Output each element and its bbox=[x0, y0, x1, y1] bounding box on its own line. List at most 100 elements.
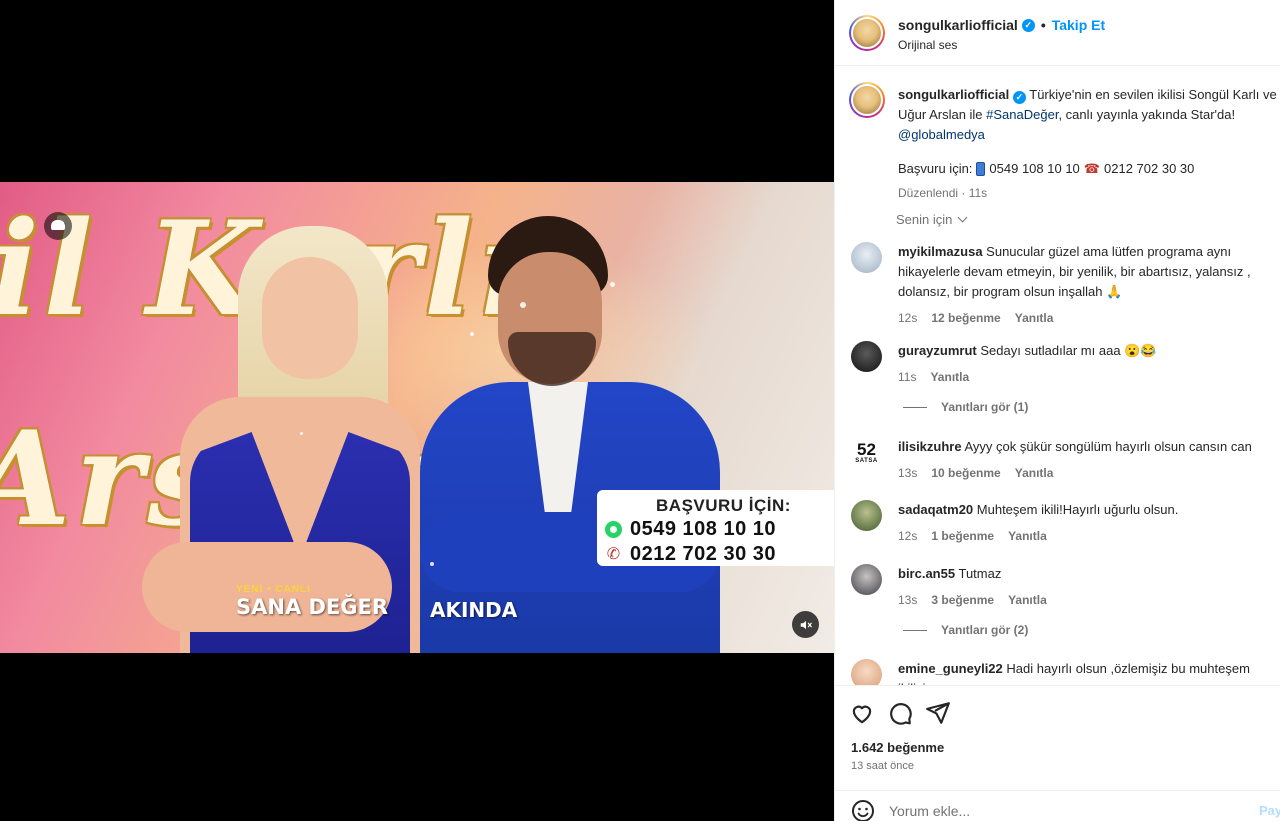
sort-label: Senin için bbox=[896, 212, 953, 227]
post-header: songulkarliofficial ✓ • Takip Et Orijina… bbox=[835, 0, 1280, 66]
author-username[interactable]: songulkarliofficial bbox=[898, 17, 1018, 33]
view-replies-button[interactable]: Yanıtları gör (1) bbox=[903, 400, 1028, 414]
caption-apply-line: Başvuru için: 0549 108 10 10 ☎ 0212 702 … bbox=[898, 159, 1280, 179]
apply-row-phone: ✆ 0212 702 30 30 bbox=[605, 543, 824, 566]
comment-likes[interactable]: 1 beğenme bbox=[931, 526, 994, 546]
sort-dropdown[interactable]: Senin için bbox=[896, 212, 968, 227]
commenter-avatar[interactable] bbox=[851, 500, 882, 531]
commenter-avatar[interactable] bbox=[851, 564, 882, 595]
verified-badge-icon: ✓ bbox=[1012, 91, 1026, 104]
comment-meta: 12s 1 beğenme Yanıtla bbox=[898, 526, 1280, 546]
phone-icon: ✆ bbox=[606, 546, 621, 563]
caption-avatar[interactable] bbox=[849, 82, 885, 118]
comment-username[interactable]: myikilmazusa bbox=[898, 244, 983, 259]
comment-text: Ayyy çok şükür songülüm hayırlı olsun ca… bbox=[964, 439, 1252, 454]
apply-phone-landline: 0212 702 30 30 bbox=[630, 543, 777, 565]
caption-text-2: , canlı yayınla yakında Star'da! bbox=[1058, 107, 1236, 122]
reply-button[interactable]: Yanıtla bbox=[1008, 590, 1047, 610]
channel-logo-icon bbox=[44, 212, 72, 240]
reply-button[interactable]: Yanıtla bbox=[930, 367, 969, 387]
caption-username[interactable]: songulkarliofficial bbox=[898, 87, 1009, 102]
comment-username[interactable]: gurayzumrut bbox=[898, 343, 977, 358]
comment-likes[interactable]: 3 beğenme bbox=[931, 590, 994, 610]
comment-body: ilisikzuhre Ayyy çok şükür songülüm hayı… bbox=[898, 437, 1280, 483]
comment-text: Sedayı sutladılar mı aaa 😮😂 bbox=[980, 343, 1157, 358]
comment-time[interactable]: 12s bbox=[898, 308, 917, 328]
verified-badge-icon: ✓ bbox=[1021, 18, 1035, 32]
sparkle bbox=[300, 432, 303, 435]
show-lower-third: YENİ • CANLI SANA DEĞER bbox=[236, 584, 388, 619]
soon-label: AKINDA bbox=[430, 598, 518, 622]
comment-time[interactable]: 13s bbox=[898, 590, 917, 610]
action-icons bbox=[849, 700, 951, 726]
reply-button[interactable]: Yanıtla bbox=[1015, 308, 1054, 328]
commenter-avatar[interactable] bbox=[851, 242, 882, 273]
view-replies-button[interactable]: Yanıtları gör (2) bbox=[903, 623, 1028, 637]
comment-body: sadaqatm20 Muhteşem ikili!Hayırlı uğurlu… bbox=[898, 500, 1280, 546]
add-comment-bar: Paylaş bbox=[835, 790, 1280, 821]
comments-list[interactable]: songulkarliofficial ✓ Türkiye'nin en sev… bbox=[835, 67, 1280, 685]
sparkle bbox=[430, 562, 434, 566]
commenter-avatar[interactable]: 52 SATSA bbox=[851, 437, 882, 468]
commenter-avatar[interactable] bbox=[851, 341, 882, 372]
commenter-avatar[interactable] bbox=[851, 659, 882, 685]
post-actions: 1.642 beğenme 13 saat önce bbox=[835, 685, 1280, 790]
comment-time[interactable]: 12s bbox=[898, 526, 917, 546]
telephone-icon: ☎ bbox=[1083, 161, 1100, 176]
show-kicker: YENİ • CANLI bbox=[236, 584, 311, 595]
apply-info-box: BAŞVURU İÇİN: 0549 108 10 10 ✆ 0212 702 … bbox=[597, 490, 834, 566]
caption-apply-phone-1: 0549 108 10 10 bbox=[989, 161, 1080, 176]
comment-body: emine_guneyli22 Hadi hayırlı olsun ,özle… bbox=[898, 659, 1280, 685]
post-time: 13 saat önce bbox=[851, 760, 914, 772]
author-avatar[interactable] bbox=[849, 15, 885, 51]
caption-hashtag[interactable]: #SanaDeğer bbox=[986, 107, 1058, 122]
apply-title: BAŞVURU İÇİN: bbox=[656, 496, 791, 515]
apply-row-whatsapp: 0549 108 10 10 bbox=[605, 518, 824, 541]
audio-label[interactable]: Orijinal ses bbox=[898, 38, 957, 52]
reply-button[interactable]: Yanıtla bbox=[1008, 526, 1047, 546]
whatsapp-icon bbox=[605, 521, 622, 538]
comment-meta: 13s 3 beğenme Yanıtla bbox=[898, 590, 1280, 610]
comment-text: Muhteşem ikili!Hayırlı uğurlu olsun. bbox=[976, 502, 1179, 517]
mobile-phone-icon bbox=[976, 162, 986, 176]
comment-likes[interactable]: 10 beğenme bbox=[931, 463, 1000, 483]
comment-likes[interactable]: 12 beğenme bbox=[931, 308, 1000, 328]
follow-button[interactable]: Takip Et bbox=[1052, 17, 1105, 33]
comment-meta: 12s 12 beğenme Yanıtla bbox=[898, 308, 1280, 328]
post-comment-button[interactable]: Paylaş bbox=[1259, 803, 1280, 818]
comment-time[interactable]: 13s bbox=[898, 463, 917, 483]
share-icon[interactable] bbox=[925, 700, 951, 726]
caption-apply-prefix: Başvuru için: bbox=[898, 161, 973, 176]
avatar-52-sub: SATSA bbox=[855, 457, 878, 464]
comment-meta: 11s Yanıtla bbox=[898, 367, 1280, 387]
likes-count[interactable]: 1.642 beğenme bbox=[851, 740, 944, 755]
apply-phone-whatsapp: 0549 108 10 10 bbox=[630, 518, 777, 540]
speaker-muted-icon bbox=[800, 620, 812, 629]
caption-mention[interactable]: @globalmedya bbox=[898, 127, 985, 142]
comment-icon[interactable] bbox=[887, 700, 913, 726]
reply-button[interactable]: Yanıtla bbox=[1015, 463, 1054, 483]
comment-meta: 13s 10 beğenme Yanıtla bbox=[898, 463, 1280, 483]
comment-username[interactable]: birc.an55 bbox=[898, 566, 955, 581]
comment-body: myikilmazusa Sunucular güzel ama lütfen … bbox=[898, 242, 1280, 328]
replies-line bbox=[903, 629, 927, 631]
sparkle bbox=[610, 282, 615, 287]
comment-input[interactable] bbox=[889, 799, 1219, 821]
media-viewer[interactable]: il Karlı Arslan BAŞVURU İÇİN: 0549 108 1… bbox=[0, 0, 834, 821]
comment-username[interactable]: ilisikzuhre bbox=[898, 439, 962, 454]
avatar-52-text: 52 bbox=[857, 439, 876, 459]
comment-username[interactable]: emine_guneyli22 bbox=[898, 661, 1003, 676]
emoji-icon[interactable] bbox=[851, 799, 875, 821]
video-player[interactable]: il Karlı Arslan BAŞVURU İÇİN: 0549 108 1… bbox=[0, 182, 834, 653]
comment-time[interactable]: 11s bbox=[898, 367, 916, 387]
caption-meta: Düzenlendi · 11s bbox=[898, 186, 988, 200]
sparkle bbox=[520, 302, 526, 308]
separator-dot: • bbox=[1040, 17, 1046, 33]
comment-username[interactable]: sadaqatm20 bbox=[898, 502, 973, 517]
post-side-panel: songulkarliofficial ✓ • Takip Et Orijina… bbox=[834, 0, 1280, 821]
presenter-woman-face bbox=[262, 257, 358, 379]
view-replies-label: Yanıtları gör (2) bbox=[941, 623, 1029, 637]
author-line: songulkarliofficial ✓ • Takip Et bbox=[898, 17, 1105, 33]
mute-button[interactable] bbox=[792, 611, 819, 638]
heart-icon[interactable] bbox=[849, 700, 875, 726]
